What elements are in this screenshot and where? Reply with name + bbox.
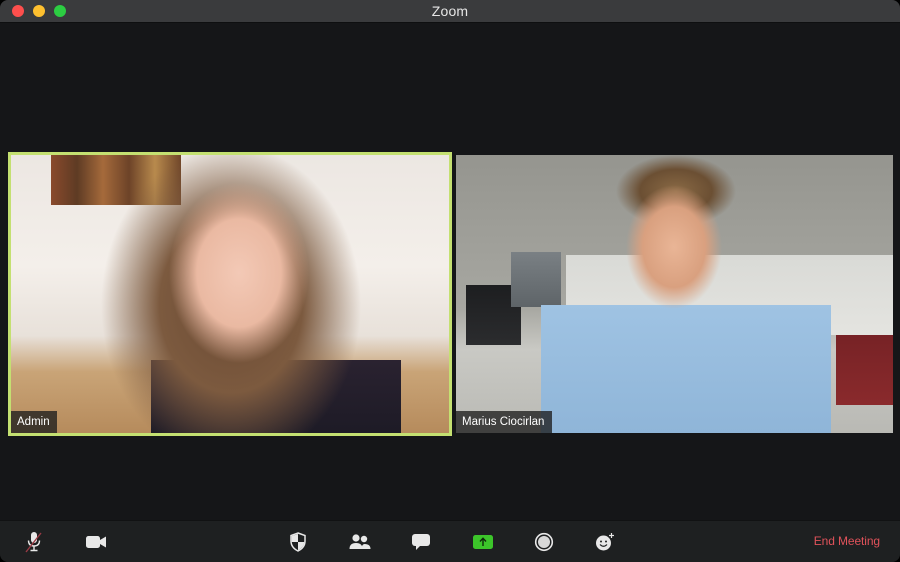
microphone-muted-icon	[25, 532, 42, 553]
chat-button[interactable]	[409, 530, 433, 554]
share-screen-button[interactable]	[471, 530, 495, 554]
stop-video-button[interactable]	[84, 530, 108, 554]
zoom-window: Zoom Admin Marius Ciocirlan End Meeting	[0, 0, 900, 562]
end-meeting-button[interactable]: End Meeting	[814, 534, 880, 548]
participant-video-tile[interactable]: Admin	[8, 152, 452, 436]
record-button[interactable]	[532, 530, 556, 554]
participant-video-tile[interactable]: Marius Ciocirlan	[456, 155, 893, 433]
participants-icon	[349, 534, 371, 549]
video-gallery: Admin Marius Ciocirlan	[0, 23, 900, 520]
participant-video-feed	[11, 155, 449, 433]
meeting-toolbar: End Meeting	[0, 520, 900, 562]
unmute-button[interactable]	[22, 530, 46, 554]
reactions-icon	[596, 533, 614, 551]
title-bar: Zoom	[0, 0, 900, 23]
shield-icon	[290, 532, 306, 552]
security-button[interactable]	[286, 530, 310, 554]
participants-button[interactable]	[348, 530, 372, 554]
share-screen-icon	[473, 535, 493, 549]
participant-video-feed	[456, 155, 893, 433]
window-title: Zoom	[431, 3, 469, 19]
participant-name-label: Admin	[11, 411, 57, 433]
video-camera-icon	[86, 536, 106, 548]
participant-name-label: Marius Ciocirlan	[456, 411, 553, 433]
chat-bubble-icon	[412, 534, 430, 550]
reactions-button[interactable]	[593, 530, 617, 554]
record-icon	[534, 532, 554, 552]
